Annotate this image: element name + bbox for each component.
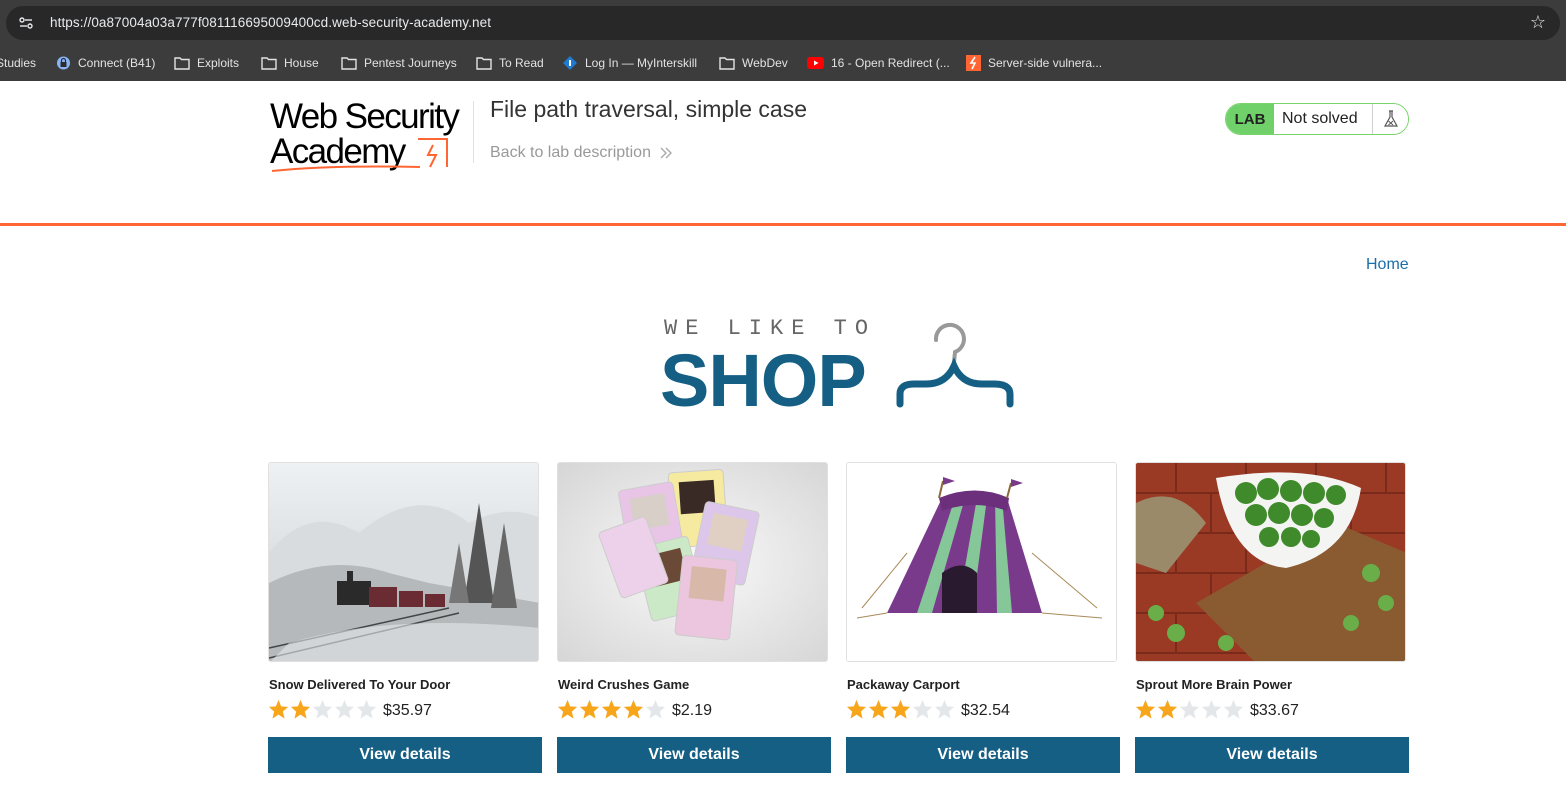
star-filled-icon xyxy=(557,699,578,719)
star-filled-icon xyxy=(890,699,911,719)
bookmark-open-redirect[interactable]: 16 - Open Redirect (... xyxy=(807,53,950,73)
star-filled-icon xyxy=(846,699,867,719)
bookmark-label: House xyxy=(284,56,319,70)
bookmarks-bar: Studies Connect (B41) Exploits House Pen… xyxy=(0,44,1566,81)
back-link-label: Back to lab description xyxy=(490,144,651,161)
bookmark-label: Studies xyxy=(0,56,37,70)
view-details-button[interactable]: View details xyxy=(846,737,1120,773)
star-empty-icon xyxy=(912,699,933,719)
star-empty-icon xyxy=(1201,699,1222,719)
star-empty-icon xyxy=(334,699,355,719)
view-details-button[interactable]: View details xyxy=(1135,737,1409,773)
bookmark-label: To Read xyxy=(499,56,544,70)
back-to-lab-description-link[interactable]: Back to lab description xyxy=(490,144,673,162)
address-bar[interactable]: https://0a87004a03a777f081116695009400cd… xyxy=(6,6,1560,40)
bookmark-label: Pentest Journeys xyxy=(364,56,457,70)
bookmark-webdev[interactable]: WebDev xyxy=(719,53,788,73)
product-rating: $35.97 xyxy=(268,699,432,719)
url-text[interactable]: https://0a87004a03a777f081116695009400cd… xyxy=(50,15,491,30)
bookmark-label: Server-side vulnera... xyxy=(988,56,1103,70)
star-filled-icon xyxy=(868,699,889,719)
star-empty-icon xyxy=(645,699,666,719)
lab-badge: LAB xyxy=(1226,104,1274,134)
folder-icon xyxy=(476,57,492,70)
star-filled-icon xyxy=(1157,699,1178,719)
shop-logo-title: SHOP xyxy=(660,339,867,422)
youtube-icon xyxy=(807,57,824,69)
star-empty-icon xyxy=(1223,699,1244,719)
rating-stars xyxy=(1135,699,1244,719)
star-empty-icon xyxy=(356,699,377,719)
rating-stars xyxy=(557,699,666,719)
bookmark-star-icon[interactable]: ☆ xyxy=(1530,13,1546,31)
product-price: $2.19 xyxy=(672,702,713,719)
product-name: Sprout More Brain Power xyxy=(1136,677,1293,692)
bookmark-label: Connect (B41) xyxy=(78,56,156,70)
flask-icon xyxy=(1372,104,1408,134)
product-image-sprouts xyxy=(1135,462,1406,662)
product-name: Weird Crushes Game xyxy=(558,677,690,692)
shop-logo: WE LIKE TO SHOP xyxy=(660,316,1020,422)
rating-stars xyxy=(846,699,955,719)
rating-stars xyxy=(268,699,377,719)
product-price: $35.97 xyxy=(383,702,432,719)
bookmark-connect[interactable]: Connect (B41) xyxy=(56,53,155,73)
hanger-icon xyxy=(896,323,1014,408)
view-details-button[interactable]: View details xyxy=(268,737,542,773)
bookmark-pentest-journeys[interactable]: Pentest Journeys xyxy=(341,53,457,73)
lab-header: Web Security Academy File path traversal… xyxy=(0,81,1566,226)
product-image-cards xyxy=(557,462,828,662)
product-image-tent xyxy=(846,462,1117,662)
home-link[interactable]: Home xyxy=(1366,256,1409,274)
lab-status-text: Not solved xyxy=(1274,104,1372,134)
product-image-snowy-train xyxy=(268,462,539,662)
web-security-academy-logo[interactable]: Web Security Academy xyxy=(270,99,475,177)
portswigger-icon xyxy=(966,55,981,71)
star-filled-icon xyxy=(579,699,600,719)
star-empty-icon xyxy=(934,699,955,719)
diamond-icon xyxy=(563,56,577,70)
bookmark-label: Log In — MyInterskill xyxy=(585,56,698,70)
star-empty-icon xyxy=(1179,699,1200,719)
product-rating: $33.67 xyxy=(1135,699,1299,719)
lab-title: File path traversal, simple case xyxy=(490,96,808,122)
star-filled-icon xyxy=(601,699,622,719)
browser-toolbar: https://0a87004a03a777f081116695009400cd… xyxy=(0,0,1566,44)
bookmark-label: WebDev xyxy=(742,56,788,70)
star-filled-icon xyxy=(290,699,311,719)
bookmark-label: 16 - Open Redirect (... xyxy=(831,56,950,70)
star-filled-icon xyxy=(268,699,289,719)
bookmark-exploits[interactable]: Exploits xyxy=(174,53,239,73)
bookmark-myinterskill[interactable]: Log In — MyInterskill xyxy=(562,53,697,73)
lab-status-widget: LAB Not solved xyxy=(1225,103,1409,135)
product-price: $32.54 xyxy=(961,702,1010,719)
bookmark-label: Exploits xyxy=(197,56,240,70)
header-divider xyxy=(473,101,474,163)
bookmark-server-side[interactable]: Server-side vulnera... xyxy=(966,53,1102,73)
double-chevron-right-icon xyxy=(660,147,672,159)
lock-globe-icon xyxy=(57,56,70,70)
bookmark-house[interactable]: House xyxy=(261,53,319,73)
folder-icon xyxy=(174,57,190,70)
star-filled-icon xyxy=(623,699,644,719)
site-info-icon[interactable] xyxy=(18,15,34,31)
product-grid: Snow Delivered To Your Door $35.97 View … xyxy=(268,462,1410,782)
product-rating: $32.54 xyxy=(846,699,1010,719)
view-details-button[interactable]: View details xyxy=(557,737,831,773)
logo-bolt-icon xyxy=(271,138,448,172)
product-rating: $2.19 xyxy=(557,699,712,719)
product-name: Snow Delivered To Your Door xyxy=(269,677,451,692)
folder-icon xyxy=(261,57,277,70)
bookmark-to-read[interactable]: To Read xyxy=(476,53,544,73)
product-name: Packaway Carport xyxy=(847,677,960,692)
folder-icon xyxy=(719,57,735,70)
star-filled-icon xyxy=(1135,699,1156,719)
product-price: $33.67 xyxy=(1250,702,1299,719)
bookmark-studies[interactable]: Studies xyxy=(0,53,36,73)
folder-icon xyxy=(341,57,357,70)
star-empty-icon xyxy=(312,699,333,719)
